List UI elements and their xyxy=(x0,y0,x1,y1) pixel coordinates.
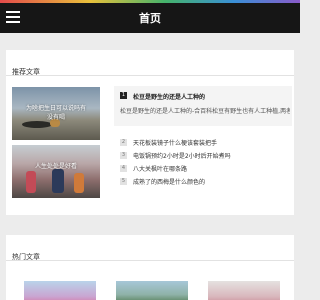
rank-badge: 2 xyxy=(120,139,127,146)
bird-image xyxy=(22,121,52,128)
hot-heading: 热门文章 xyxy=(12,253,40,261)
top-navbar: 首页 xyxy=(0,3,300,33)
hot-article-thumbnail[interactable] xyxy=(24,281,96,300)
featured-article[interactable]: 1 松豆是野生的还是人工种的 松豆是野生的还是人工种的-合百科松豆有野生也有人工… xyxy=(114,86,292,126)
article-title[interactable]: 八大关枫叶在哪条路 xyxy=(133,164,187,173)
hot-thumbnails xyxy=(6,281,294,300)
article-thumbnail[interactable]: 为啥把生日可以说吗有 没有喝 xyxy=(12,87,100,140)
hot-article-thumbnail[interactable] xyxy=(208,281,280,300)
recommended-heading: 推荐文章 xyxy=(12,68,40,76)
article-title[interactable]: 天花板装镜子什么梗该套装把手 xyxy=(133,138,217,147)
article-list: 2 天花板装镜子什么梗该套装把手 3 电饭锅预约2小时是2小时后开始煮吗 4 八… xyxy=(114,136,292,188)
list-item[interactable]: 2 天花板装镜子什么梗该套装把手 xyxy=(114,136,292,149)
people-image xyxy=(74,173,84,193)
article-thumbnail[interactable]: 人生处处是好看 xyxy=(12,145,100,198)
article-title[interactable]: 电饭锅预约2小时是2小时后开始煮吗 xyxy=(133,151,231,160)
recommended-articles-panel: 推荐文章 为啥把生日可以说吗有 没有喝 人生处处是好看 1 松豆是野生的还是人工… xyxy=(6,50,294,215)
rank-badge: 5 xyxy=(120,178,127,185)
list-item[interactable]: 4 八大关枫叶在哪条路 xyxy=(114,162,292,175)
people-image xyxy=(52,169,64,193)
hot-header: 热门文章 xyxy=(6,235,294,261)
article-title[interactable]: 成熟了的西梅是什么颜色的 xyxy=(133,177,205,186)
rank-badge: 1 xyxy=(120,92,127,99)
recommended-header: 推荐文章 xyxy=(6,50,294,76)
hot-articles-panel: 热门文章 xyxy=(6,235,294,300)
rank-badge: 3 xyxy=(120,152,127,159)
list-item[interactable]: 3 电饭锅预约2小时是2小时后开始煮吗 xyxy=(114,149,292,162)
rank-badge: 4 xyxy=(120,165,127,172)
list-item[interactable]: 5 成熟了的西梅是什么颜色的 xyxy=(114,175,292,188)
thumbnail-caption: 人生处处是好看 xyxy=(34,163,77,170)
thumbnail-caption: 为啥把生日可以说吗有 没有喝 xyxy=(25,105,86,121)
featured-article-title[interactable]: 松豆是野生的还是人工种的 xyxy=(133,92,205,101)
featured-article-excerpt: 松豆是野生的还是人工种的-合百科松豆有野生也有人工种植,两者区别在... xyxy=(120,108,290,115)
page-title: 首页 xyxy=(139,12,161,25)
people-image xyxy=(26,171,36,193)
hot-article-thumbnail[interactable] xyxy=(116,281,188,300)
recommended-thumbnails: 为啥把生日可以说吗有 没有喝 人生处处是好看 xyxy=(12,87,100,203)
